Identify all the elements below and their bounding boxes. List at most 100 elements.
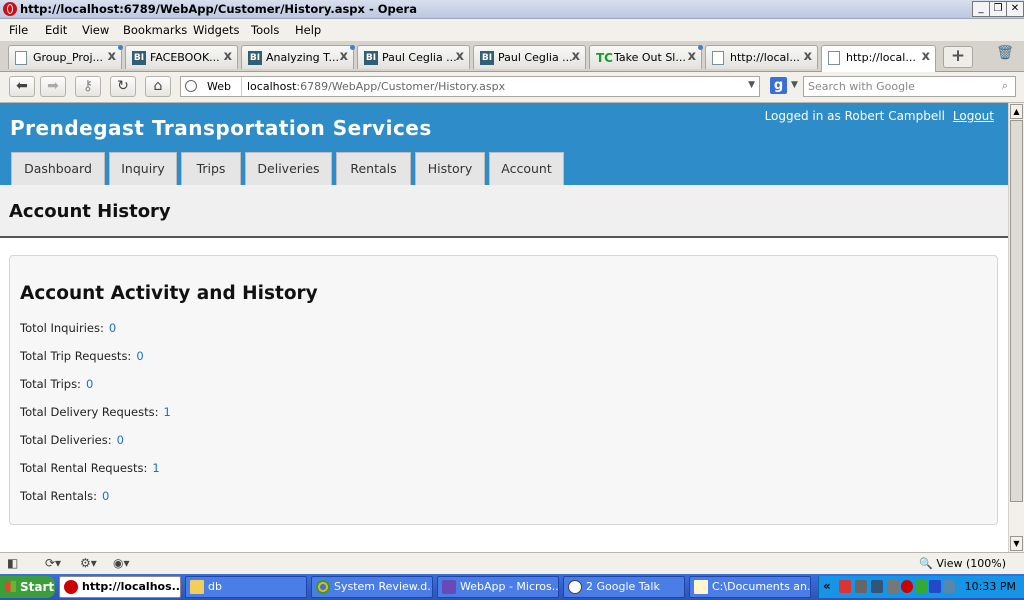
browser-tab[interactable]: http://local... x [705,45,818,69]
menu-bookmarks[interactable]: Bookmarks [123,23,187,37]
gmail-icon[interactable] [839,580,851,593]
status-bar: ◧ ⟳▾ ⚙▾ ◉▾ 🔍 View (100%) [0,552,1024,574]
trash-icon[interactable]: 🗑 [996,45,1014,65]
menu-tools[interactable]: Tools [251,23,279,37]
turbo-icon[interactable]: ◉▾ [113,556,130,570]
close-tab-icon[interactable]: x [224,49,232,64]
sync-icon[interactable]: ⟳▾ [45,556,61,570]
stat-row: Total Delivery Requests: 1 [20,405,171,419]
address-mode-label: Web [207,80,231,93]
zoom-control[interactable]: 🔍 View (100%) [919,557,1006,570]
browser-tab[interactable]: BI Paul Ceglia ... x [357,45,470,69]
opera-tray-icon[interactable] [901,580,913,593]
tab-label: Paul Ceglia ... [382,51,457,64]
page-viewport: Prendegast Transportation Services Logge… [0,103,1008,552]
nav-tab-deliveries[interactable]: Deliveries [245,152,332,185]
browser-tab[interactable]: Group_Proj... x [8,45,123,69]
menu-widgets[interactable]: Widgets [193,23,240,37]
stat-value: 1 [163,405,171,419]
app-tray-icon[interactable] [915,580,927,593]
menu-help[interactable]: Help [295,23,321,37]
page-header: Account History [0,185,1008,238]
close-tab-icon[interactable]: x [688,49,696,64]
tab-label: FACEBOOK... [150,51,220,64]
panel-toggle-icon[interactable]: ◧ [7,556,18,570]
scroll-up-icon[interactable]: ▲ [1010,104,1023,119]
section-title: Account Activity and History [20,283,318,304]
taskbar-item[interactable]: System Review.d... [311,576,433,598]
browser-tab[interactable]: BI Paul Ceglia ... x [473,45,586,69]
close-tab-icon[interactable]: x [108,49,116,64]
close-tab-icon[interactable]: x [572,49,580,64]
stat-label: Total Delivery Requests: [20,405,159,419]
menu-view[interactable]: View [82,23,109,37]
utility-tray-icon[interactable] [943,580,955,593]
google-icon: g [770,77,787,94]
nav-tab-history[interactable]: History [415,152,485,185]
browser-tab[interactable]: TC Take Out Sl... x [589,45,703,69]
monitor-icon[interactable] [871,580,883,593]
google-talk-icon [568,580,582,594]
close-window-button[interactable]: ✕ [1006,1,1024,17]
start-button[interactable]: Start [0,576,55,598]
home-icon[interactable]: ⌂ [145,76,171,97]
key-icon[interactable]: ⚷ [75,76,101,97]
page-icon [712,51,724,65]
login-text: Logged in as Robert Campbell [764,109,945,123]
taskbar-item[interactable]: C:\Documents an... [689,576,811,598]
taskbar-item[interactable]: db [185,576,307,598]
close-tab-icon[interactable]: x [804,49,812,64]
minimize-button[interactable]: _ [972,1,990,17]
address-url[interactable]: localhost:6789/WebApp/Customer/History.a… [247,80,505,93]
close-tab-icon[interactable]: x [456,49,464,64]
taskbar-item[interactable]: 2 Google Talk [563,576,685,598]
chevron-down-icon[interactable]: ▼ [748,80,755,90]
logout-link[interactable]: Logout [953,109,994,123]
nav-tab-account[interactable]: Account [489,152,564,185]
stat-row: Total Trips: 0 [20,377,93,391]
vertical-scrollbar[interactable]: ▲ ▼ [1008,103,1024,552]
reload-icon[interactable]: ↻ [110,76,136,97]
unite-icon[interactable]: ⚙▾ [80,556,97,570]
close-tab-icon[interactable]: x [922,49,930,64]
nav-tab-rentals[interactable]: Rentals [336,152,411,185]
scroll-down-icon[interactable]: ▼ [1010,536,1023,551]
nav-tab-dashboard[interactable]: Dashboard [11,152,105,185]
stat-row: Total Trip Requests: 0 [20,349,144,363]
search-icon[interactable]: ⌕ [997,79,1013,94]
address-field[interactable]: Web localhost:6789/WebApp/Customer/Histo… [180,76,760,97]
stat-label: Total Trip Requests: [20,349,132,363]
taskbar-item[interactable]: WebApp - Micros... [437,576,559,598]
back-icon[interactable]: ⬅ [9,76,35,97]
loading-dot-icon [698,45,703,50]
tab-label: Analyzing T... [266,51,339,64]
chevron-left-icon[interactable]: « [823,579,831,593]
search-input[interactable]: Search with Google ⌕ [803,76,1016,97]
browser-tab[interactable]: BI FACEBOOK... x [125,45,238,69]
bi-icon: BI [480,51,494,65]
maximize-button[interactable]: ❐ [989,1,1007,17]
nav-tab-inquiry[interactable]: Inquiry [109,152,177,185]
browser-tab[interactable]: BI Analyzing T... x [241,45,355,69]
network-icon[interactable] [855,580,867,593]
browser-tab-active[interactable]: http://local... x [821,45,936,72]
search-engine-button[interactable]: g ▼ [768,76,802,97]
page-icon [828,51,840,65]
loading-dot-icon [350,45,355,50]
speaker-icon[interactable] [887,580,899,593]
menu-edit[interactable]: Edit [45,23,67,37]
tab-label: http://local... [730,51,800,64]
stat-value: 0 [108,321,117,335]
forward-icon[interactable]: ➡ [40,76,66,97]
taskbar: Start http://localhos... db System Revie… [0,574,1024,600]
scroll-thumb[interactable] [1010,120,1023,502]
window-title: http://localhost:6789/WebApp/Customer/Hi… [20,2,417,16]
nav-tab-trips[interactable]: Trips [181,152,241,185]
stat-label: Total Trips: [20,377,81,391]
new-tab-button[interactable]: + [943,46,973,68]
close-tab-icon[interactable]: x [340,49,348,64]
menu-file[interactable]: File [9,23,28,37]
bluetooth-icon[interactable] [929,580,941,593]
tab-label: Take Out Sl... [614,51,686,64]
taskbar-item[interactable]: http://localhos... [59,576,181,598]
